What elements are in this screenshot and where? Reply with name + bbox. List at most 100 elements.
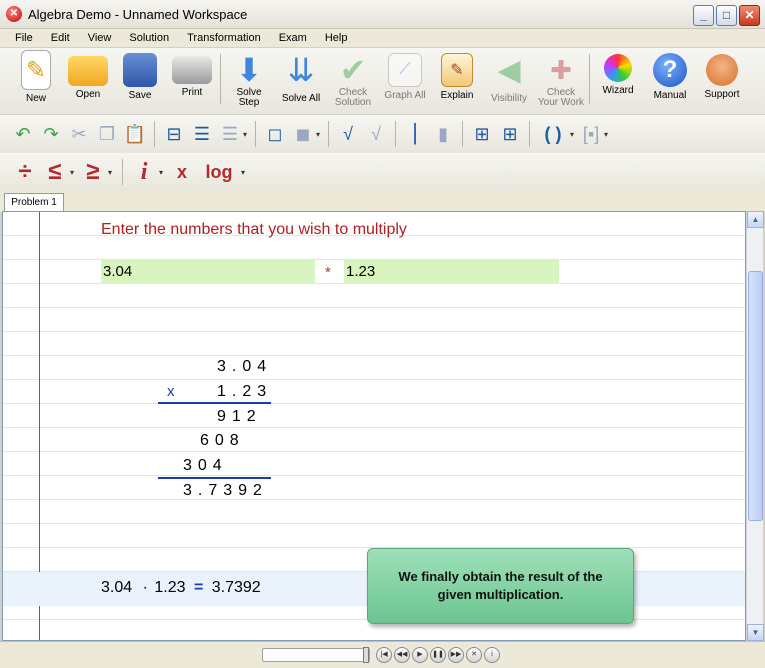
bracket-icon[interactable]: ▮ [432, 123, 454, 145]
divide-icon[interactable]: ÷ [14, 158, 36, 185]
toolbar-separator [529, 121, 531, 147]
tab-bar: Problem 1 [0, 191, 765, 212]
result-value: 3.7392 [211, 579, 261, 596]
subscript-box-icon[interactable]: ◼ [292, 123, 314, 145]
first-step-icon[interactable]: |◀ [376, 647, 392, 663]
menu-edit[interactable]: Edit [42, 32, 79, 44]
chevron-down-icon[interactable]: ▾ [241, 168, 245, 177]
support-person-icon [706, 54, 738, 86]
absolute-value-icon[interactable]: ⎮ [404, 123, 426, 145]
undo-icon[interactable]: ↶ [12, 123, 34, 145]
menu-exam[interactable]: Exam [270, 32, 316, 44]
stack-icon[interactable]: ☰ [191, 123, 213, 145]
new-button[interactable]: ✎ New [10, 48, 62, 112]
paste-icon[interactable]: 📋 [124, 123, 146, 145]
scroll-up-arrow-icon[interactable]: ▲ [747, 211, 764, 228]
multiplicand-input[interactable]: 3.04 [101, 260, 315, 284]
toolbar-separator [328, 121, 330, 147]
open-button[interactable]: Open [62, 48, 114, 112]
chevron-down-icon[interactable]: ▾ [243, 130, 247, 139]
menu-file[interactable]: File [6, 32, 42, 44]
manual-button[interactable]: ? Manual [644, 48, 696, 112]
next-step-icon[interactable]: ▶▶ [448, 647, 464, 663]
problem-workspace: Enter the numbers that you wish to multi… [2, 211, 746, 641]
wizard-button[interactable]: Wizard [592, 48, 644, 112]
brackets-icon[interactable]: [▪] [580, 123, 602, 145]
copy-icon[interactable]: ❐ [96, 123, 118, 145]
result-equals: = [193, 579, 204, 596]
chevron-down-icon[interactable]: ▾ [570, 130, 574, 139]
cut-icon[interactable]: ✂ [68, 123, 90, 145]
imaginary-i-icon[interactable]: i [133, 159, 155, 185]
save-button[interactable]: Save [114, 48, 166, 112]
chevron-down-icon[interactable]: ▾ [604, 130, 608, 139]
maximize-button[interactable]: □ [716, 5, 737, 26]
subscript-x-icon[interactable]: x [171, 161, 193, 183]
toolbar-separator [255, 121, 257, 147]
wizard-wand-icon [604, 54, 632, 82]
check-your-work-button[interactable]: ✚ Check Your Work [535, 48, 587, 112]
redo-icon[interactable]: ↷ [40, 123, 62, 145]
stop-icon[interactable]: ✕ [466, 647, 482, 663]
menu-view[interactable]: View [79, 32, 121, 44]
toolbar-separator [154, 121, 155, 147]
info-icon[interactable]: i [484, 647, 500, 663]
matrix-small-icon[interactable]: ⊞ [499, 123, 521, 145]
visibility-icon: ◀ [497, 53, 521, 87]
check-solution-label: Check Solution [334, 87, 372, 108]
graph-all-button[interactable]: ⟋ Graph All [379, 48, 431, 112]
toolbar-separator [395, 121, 397, 147]
printer-icon [172, 56, 212, 84]
explain-button[interactable]: ✎ Explain [431, 48, 483, 112]
support-label: Support [704, 89, 740, 100]
vertical-scrollbar[interactable]: ▲ ▼ [746, 211, 764, 641]
lm-rule-top [158, 402, 271, 404]
matrix-icon[interactable]: ⊞ [471, 123, 493, 145]
window-title: Algebra Demo - Unnamed Workspace [28, 6, 248, 22]
close-button[interactable]: ✕ [739, 5, 760, 26]
superscript-icon[interactable]: ◻ [264, 123, 286, 145]
print-button[interactable]: Print [166, 48, 218, 112]
menu-transformation[interactable]: Transformation [178, 32, 270, 44]
wizard-label: Wizard [602, 85, 634, 96]
visibility-button[interactable]: ◀ Visibility [483, 48, 535, 112]
scrollbar-thumb[interactable] [748, 271, 763, 521]
square-root-icon[interactable]: √ [337, 123, 359, 145]
new-label: New [25, 93, 46, 104]
previous-step-icon[interactable]: ◀◀ [394, 647, 410, 663]
slider-handle[interactable] [363, 647, 369, 663]
solve-step-button[interactable]: ⬇ Solve Step [223, 48, 275, 112]
play-icon[interactable]: ▶ [412, 647, 428, 663]
solve-all-button[interactable]: ⇊ Solve All [275, 48, 327, 112]
menu-help[interactable]: Help [316, 32, 357, 44]
chevron-down-icon[interactable]: ▾ [108, 168, 112, 177]
chevron-down-icon[interactable]: ▾ [159, 168, 163, 177]
math-toolbar: ÷ ≤ ▾ ≥ ▾ i ▾ x log ▾ [0, 153, 765, 191]
nth-root-icon[interactable]: √ [365, 123, 387, 145]
solve-all-label: Solve All [281, 93, 321, 104]
minimize-button[interactable]: _ [693, 5, 714, 26]
check-solution-button[interactable]: ✔ Check Solution [327, 48, 379, 112]
scroll-down-arrow-icon[interactable]: ▼ [747, 624, 764, 641]
multiplier-input[interactable]: 1.23 [344, 260, 559, 284]
chevron-down-icon[interactable]: ▾ [70, 168, 74, 177]
progress-slider[interactable] [262, 647, 370, 663]
graph-icon: ⟋ [388, 53, 422, 87]
menu-solution[interactable]: Solution [120, 32, 178, 44]
fraction-icon[interactable]: ⊟ [163, 123, 185, 145]
align-icon[interactable]: ☰ [219, 123, 241, 145]
parentheses-icon[interactable]: ( ) [538, 123, 568, 145]
pause-icon[interactable]: ❚❚ [430, 647, 446, 663]
toolbar-separator [589, 54, 590, 104]
result-b: 1.23 [154, 579, 186, 596]
chevron-down-icon[interactable]: ▾ [316, 130, 320, 139]
tab-problem-1[interactable]: Problem 1 [4, 193, 64, 212]
toolbar-separator [122, 159, 124, 185]
less-equal-icon[interactable]: ≤ [44, 158, 66, 185]
result-a: 3.04 [101, 579, 133, 596]
log-icon[interactable]: log [201, 161, 237, 183]
manual-label: Manual [653, 90, 687, 101]
greater-equal-icon[interactable]: ≥ [82, 158, 104, 185]
window-controls: _ □ ✕ [693, 5, 760, 26]
support-button[interactable]: Support [696, 48, 748, 112]
